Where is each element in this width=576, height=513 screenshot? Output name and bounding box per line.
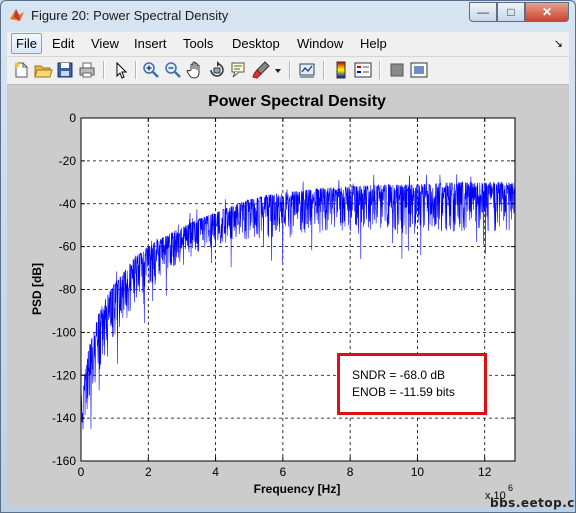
enob-text: ENOB = -11.59 bits: [352, 385, 455, 399]
x-tick-label: 0: [78, 465, 85, 479]
y-tick-label: -140: [52, 411, 76, 425]
x-tick-label: 8: [347, 465, 354, 479]
y-tick-label: 0: [69, 111, 76, 125]
y-tick-label: -80: [59, 283, 77, 297]
y-axis-label: PSD [dB]: [30, 263, 44, 315]
watermark-text: bbs.eetop.cn: [490, 496, 576, 510]
y-tick-label: -60: [59, 240, 77, 254]
sndr-text: SNDR = -68.0 dB: [352, 368, 446, 382]
y-tick-label: -40: [59, 197, 77, 211]
x-tick-label: 10: [411, 465, 425, 479]
x-tick-label: 12: [478, 465, 492, 479]
x-tick-label: 2: [145, 465, 152, 479]
x-tick-label: 4: [212, 465, 219, 479]
chart-title: Power Spectral Density: [208, 93, 386, 110]
x-multiplier-exponent: 6: [508, 483, 513, 493]
x-axis-label: Frequency [Hz]: [254, 482, 341, 496]
sndr-enob-annotation: SNDR = -68.0 dB ENOB = -11.59 bits: [337, 353, 487, 415]
x-tick-label: 6: [280, 465, 287, 479]
y-tick-label: -20: [59, 154, 77, 168]
y-tick-label: -100: [52, 325, 76, 339]
y-tick-label: -120: [52, 368, 76, 382]
y-tick-label: -160: [52, 454, 76, 468]
psd-chart: 0 2 4 6 8 10 12 0-20-40-60-80-100-120-140-160 …: [30, 93, 516, 502]
